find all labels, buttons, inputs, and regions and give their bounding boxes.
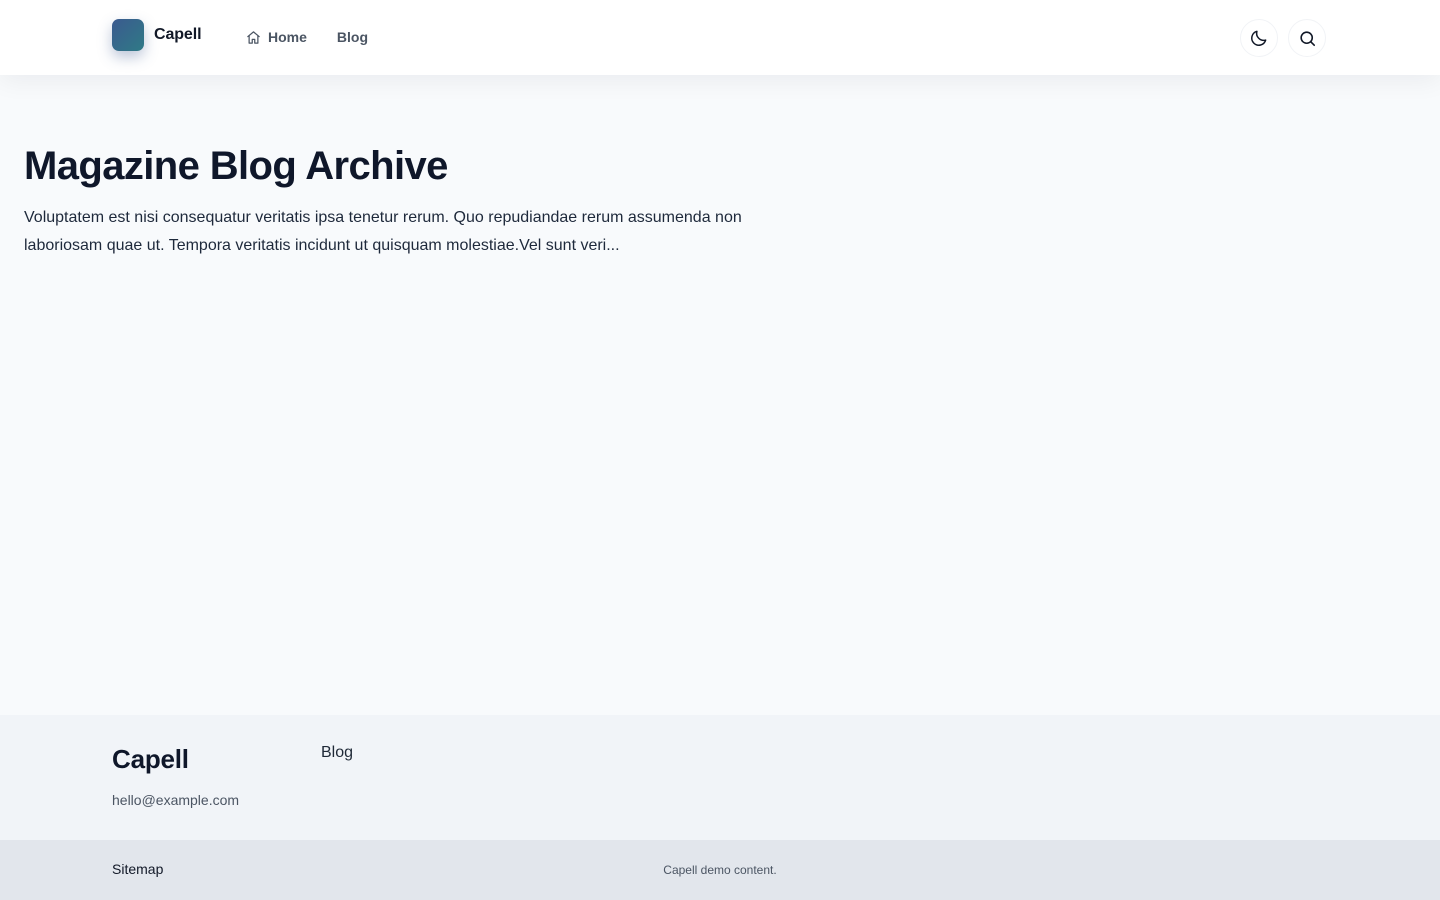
moon-icon bbox=[1249, 28, 1269, 48]
page-title: Magazine Blog Archive bbox=[24, 144, 448, 188]
brand-logo-link[interactable]: Capell bbox=[112, 19, 202, 51]
main-nav: Home Blog bbox=[246, 27, 368, 47]
nav-item-home[interactable]: Home bbox=[246, 29, 307, 45]
nav-item-blog-label: Blog bbox=[336, 29, 369, 45]
copyright-text: Capell demo content. bbox=[663, 863, 777, 877]
brand-name: Capell bbox=[154, 26, 202, 43]
sub-footer: Sitemap Capell demo content. bbox=[0, 840, 1440, 900]
header-actions bbox=[1240, 19, 1326, 57]
footer-brand: Capell bbox=[112, 744, 189, 774]
site-header: Capell Home Blog bbox=[0, 0, 1440, 75]
search-icon bbox=[1298, 29, 1317, 48]
archive-hero: Magazine Blog Archive Voluptatem est nis… bbox=[24, 140, 744, 260]
brand-logo-mark bbox=[112, 19, 144, 51]
nav-item-home-label: Home bbox=[268, 29, 307, 45]
footer-link-blog[interactable]: Blog bbox=[321, 744, 353, 762]
search-button[interactable] bbox=[1288, 19, 1326, 57]
nav-item-blog[interactable]: Blog bbox=[337, 29, 368, 45]
site-footer: Capell hello@example.com Blog bbox=[0, 715, 1440, 840]
footer-email-link[interactable]: hello@example.com bbox=[112, 792, 239, 808]
home-icon bbox=[246, 30, 261, 45]
theme-toggle-button[interactable] bbox=[1240, 19, 1278, 57]
page-description: Voluptatem est nisi consequatur veritati… bbox=[24, 209, 742, 254]
